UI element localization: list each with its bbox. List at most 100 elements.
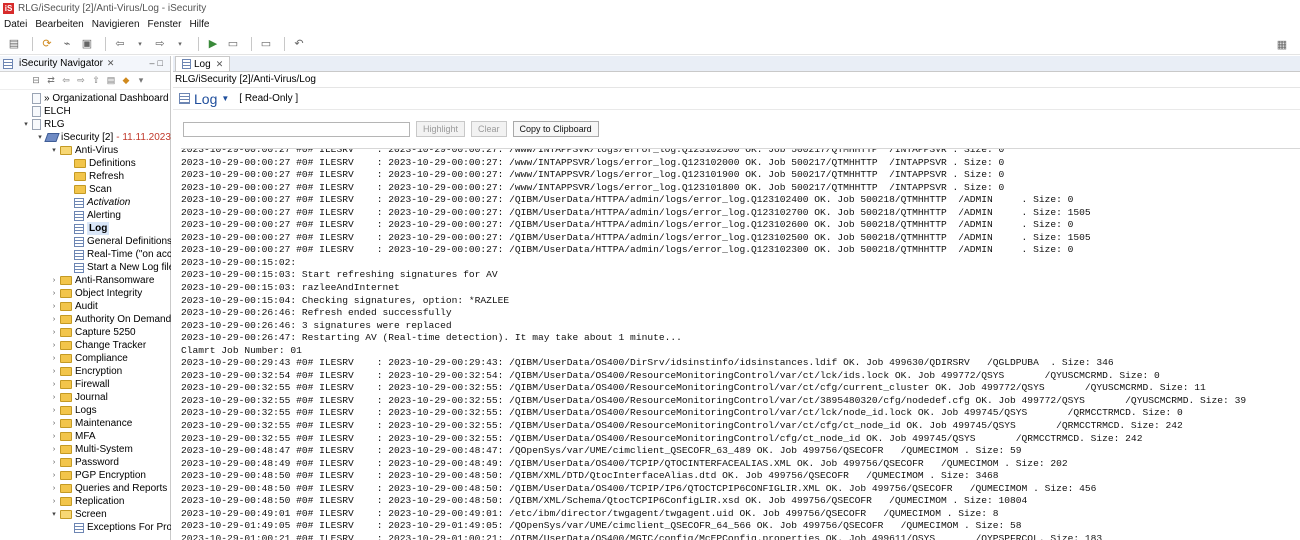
tree-item[interactable]: › Maintenance <box>0 417 171 430</box>
tree-item[interactable]: › Firewall <box>0 378 171 391</box>
minimize-maximize-icon[interactable]: –□ <box>150 58 166 68</box>
tree-item[interactable]: ▾ Screen <box>0 508 171 521</box>
tree-item[interactable]: Start a New Log file <box>0 261 171 274</box>
expander-icon[interactable]: › <box>50 339 58 352</box>
expander-icon[interactable]: › <box>50 274 58 287</box>
back-icon[interactable]: ⇦ <box>112 36 128 52</box>
tree-item[interactable]: › MFA <box>0 430 171 443</box>
toolbar-separator <box>251 36 252 51</box>
expander-icon[interactable]: › <box>50 469 58 482</box>
tree-item[interactable]: ▾ RLG <box>0 118 171 131</box>
folder-open-icon <box>60 510 72 519</box>
tree-item[interactable]: General Definitions <box>0 235 171 248</box>
expander-icon[interactable]: ▾ <box>50 508 58 521</box>
tree-item[interactable]: › Journal <box>0 391 171 404</box>
dropdown-icon[interactable]: ▾ <box>172 36 188 52</box>
expander-icon[interactable]: › <box>50 391 58 404</box>
tree-item[interactable]: Alerting <box>0 209 171 222</box>
new-icon[interactable]: ▤ <box>105 75 117 87</box>
up-icon[interactable]: ⇧ <box>90 75 102 87</box>
save-icon[interactable]: ▣ <box>79 36 95 52</box>
tree-item[interactable]: › Capture 5250 <box>0 326 171 339</box>
expander-icon[interactable]: › <box>50 456 58 469</box>
tree-item[interactable]: Definitions <box>0 157 171 170</box>
tree-item[interactable]: › Change Tracker <box>0 339 171 352</box>
tree-item[interactable]: › Queries and Reports <box>0 482 171 495</box>
connect-icon[interactable]: ⌁ <box>59 36 75 52</box>
copy-to-clipboard-button[interactable]: Copy to Clipboard <box>512 121 599 137</box>
tree-item[interactable]: » Organizational Dashboard <box>0 92 171 105</box>
forward-icon[interactable]: ⇨ <box>152 36 168 52</box>
tree-item[interactable]: › Anti-Ransomware <box>0 274 171 287</box>
undo-icon[interactable]: ↶ <box>291 36 307 52</box>
expander-icon[interactable]: › <box>50 404 58 417</box>
folder-icon <box>60 354 72 363</box>
tree-item[interactable]: ELCH <box>0 105 171 118</box>
collapse-all-icon[interactable]: ⊟ <box>30 75 42 87</box>
expander-icon[interactable]: ▾ <box>22 118 30 131</box>
expander-icon[interactable]: › <box>50 378 58 391</box>
expander-icon[interactable]: › <box>50 287 58 300</box>
expander-icon[interactable]: › <box>50 352 58 365</box>
expander-icon[interactable]: › <box>50 443 58 456</box>
menu-icon[interactable]: ▾ <box>135 75 147 87</box>
run-icon[interactable]: ▶ <box>205 36 221 52</box>
search-input[interactable] <box>183 121 410 137</box>
expander-icon[interactable]: ▾ <box>36 131 44 144</box>
refresh-icon[interactable]: ⟳ <box>39 36 55 52</box>
tree-item[interactable]: › Authority On Demand <box>0 313 171 326</box>
menu-fenster[interactable]: Fenster <box>148 19 182 30</box>
tree-item[interactable]: Scan <box>0 183 171 196</box>
tree-item[interactable]: ▾ Anti-Virus <box>0 144 171 157</box>
expander-icon[interactable]: › <box>50 365 58 378</box>
menu-navigieren[interactable]: Navigieren <box>92 19 140 30</box>
close-icon[interactable]: ✕ <box>216 59 224 70</box>
navigator-tab[interactable]: iSecurity Navigator ✕ –□ <box>0 56 170 72</box>
expander-icon[interactable]: ▾ <box>50 144 58 157</box>
tree-item[interactable]: Refresh <box>0 170 171 183</box>
back-icon[interactable]: ⇦ <box>60 75 72 87</box>
tree-item[interactable]: ▾ iSecurity [2]- 11.11.2023 17:59:4 <box>0 131 171 144</box>
layout-icon[interactable]: ▭ <box>258 36 274 52</box>
tree-item[interactable]: Activation <box>0 196 171 209</box>
forward-icon[interactable]: ⇨ <box>75 75 87 87</box>
expander-icon[interactable]: › <box>50 482 58 495</box>
tree-item[interactable]: › Compliance <box>0 352 171 365</box>
page-title[interactable]: Log <box>194 91 217 107</box>
menu-hilfe[interactable]: Hilfe <box>189 19 209 30</box>
tree-item[interactable]: › Multi-System <box>0 443 171 456</box>
expander-icon[interactable]: › <box>50 326 58 339</box>
clear-button[interactable]: Clear <box>471 121 507 137</box>
expander-icon[interactable]: › <box>50 313 58 326</box>
tree-item[interactable]: › PGP Encryption <box>0 469 171 482</box>
tab-log[interactable]: Log ✕ <box>175 56 231 71</box>
tree-item[interactable]: › Encryption <box>0 365 171 378</box>
tree-item[interactable]: › Audit <box>0 300 171 313</box>
log-line: 2023-10-29-00:15:02: <box>181 256 297 268</box>
expander-icon[interactable]: › <box>50 417 58 430</box>
link-icon[interactable]: ⇄ <box>45 75 57 87</box>
close-icon[interactable]: ✕ <box>107 58 115 69</box>
window-icon[interactable]: ▭ <box>225 36 241 52</box>
tree-item[interactable]: Exceptions For Program <box>0 521 171 534</box>
tree-item[interactable]: Real-Time ("on access") <box>0 248 171 261</box>
perspective-icon[interactable]: ▦ <box>1274 36 1290 52</box>
new-icon[interactable]: ▤ <box>6 36 22 52</box>
highlight-button[interactable]: Highlight <box>416 121 466 137</box>
tree-item[interactable]: › Logs <box>0 404 171 417</box>
document-icon <box>32 119 41 130</box>
expander-icon[interactable]: › <box>50 300 58 313</box>
chevron-down-icon[interactable]: ▼ <box>221 94 229 103</box>
tree-item[interactable]: › Object Integrity <box>0 287 171 300</box>
tree-item[interactable]: › Password <box>0 456 171 469</box>
menu-bearbeiten[interactable]: Bearbeiten <box>35 19 83 30</box>
dropdown-icon[interactable]: ▾ <box>132 36 148 52</box>
tree-item[interactable]: Log <box>0 222 171 235</box>
log-text-area[interactable]: 2023-10-29-00:00:27 #0# ILESRV : 2023-10… <box>181 148 1300 540</box>
expander-icon[interactable]: › <box>50 495 58 508</box>
menu-datei[interactable]: Datei <box>4 19 27 30</box>
log-line: 2023-10-29-00:32:54 #0# ILESRV : 2023-10… <box>181 369 1160 381</box>
expander-icon[interactable]: › <box>50 430 58 443</box>
system-icon[interactable]: ◆ <box>120 75 132 87</box>
tree-item[interactable]: › Replication <box>0 495 171 508</box>
